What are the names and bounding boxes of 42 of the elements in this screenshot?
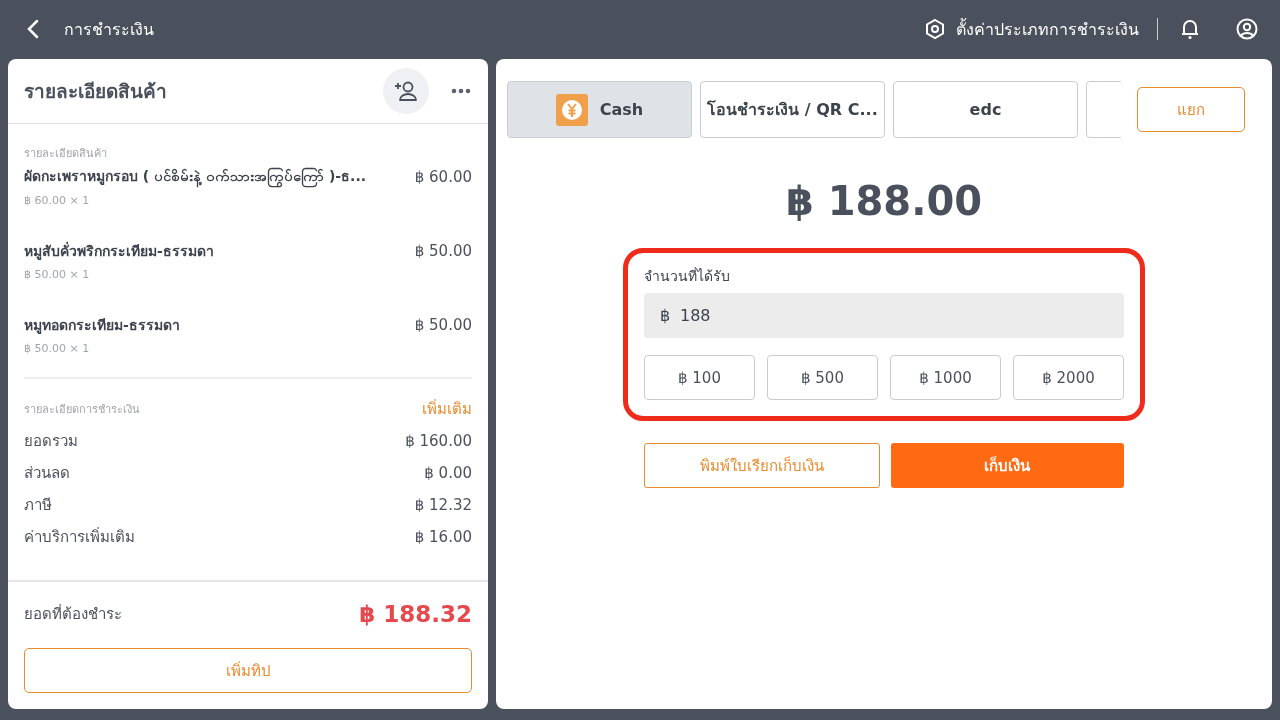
summary-value: ฿ 12.32 — [414, 496, 472, 514]
summary-value: ฿ 160.00 — [405, 432, 472, 450]
payment-method-tab[interactable]: โอนชำระเงิน / QR C... — [700, 81, 885, 138]
item-price: ฿ 50.00 — [414, 242, 472, 260]
field-label: จำนวนที่ได้รับ — [644, 266, 731, 286]
summary-label: ภาษี — [24, 495, 52, 516]
summary-label: ยอดรวม — [24, 431, 78, 452]
quick-amount-button[interactable]: ฿ 100 — [644, 355, 755, 400]
amount-due: ฿ 188.32 — [359, 601, 472, 627]
summary-value: ฿ 0.00 — [424, 464, 472, 482]
item-name: หมูสับคั่วพริกกระเทียม-ธรรมดา — [24, 240, 214, 262]
summary-value: ฿ 16.00 — [414, 528, 472, 546]
payment-method-tab[interactable]: Cash — [507, 81, 692, 138]
more-icon[interactable] — [451, 88, 471, 94]
back-icon[interactable] — [26, 19, 40, 39]
quick-amount-button[interactable]: ฿ 500 — [767, 355, 878, 400]
section-label: รายละเอียดการชำระเงิน — [24, 402, 140, 418]
item-unit-price: ฿ 50.00 × 1 — [24, 342, 91, 355]
item-price: ฿ 50.00 — [414, 316, 472, 334]
item-price: ฿ 60.00 — [414, 167, 472, 186]
quick-amount-button[interactable]: ฿ 2000 — [1013, 355, 1124, 400]
quick-amount-button[interactable]: ฿ 1000 — [890, 355, 1001, 400]
settings-icon[interactable] — [924, 18, 946, 40]
section-label: รายละเอียดสินค้า — [24, 146, 108, 162]
page-title: การชำระเงิน — [64, 18, 154, 41]
currency-symbol: ฿ — [660, 306, 671, 325]
item-unit-price: ฿ 60.00 × 1 — [24, 194, 91, 207]
item-unit-price: ฿ 50.00 × 1 — [24, 268, 91, 281]
item-name: ผัดกะเพราหมูกรอบ ( ပင်စိမ်းနဲ့ ဝက်သားအကြွပ်ကြော် )-ธ... — [24, 165, 367, 188]
summary-label: ส่วนลด — [24, 463, 70, 484]
settings-link[interactable]: ตั้งค่าประเภทการชำระเงิน — [956, 16, 1139, 42]
account-icon[interactable] — [1236, 18, 1258, 40]
add-customer-button[interactable] — [383, 68, 429, 114]
bell-icon[interactable] — [1180, 18, 1200, 40]
amount-due-label: ยอดที่ต้องชำระ — [24, 603, 122, 625]
total-amount: ฿ 188.00 — [785, 178, 983, 224]
panel-title: รายละเอียดสินค้า — [24, 79, 168, 104]
summary-label: ค่าบริการเพิ่มเติม — [24, 526, 135, 548]
add-person-icon — [394, 80, 418, 102]
payment-method-tab[interactable]: edc — [893, 81, 1078, 138]
item-name: หมูทอดกระเทียม-ธรรมดา — [24, 316, 180, 336]
coin-icon — [555, 93, 588, 126]
